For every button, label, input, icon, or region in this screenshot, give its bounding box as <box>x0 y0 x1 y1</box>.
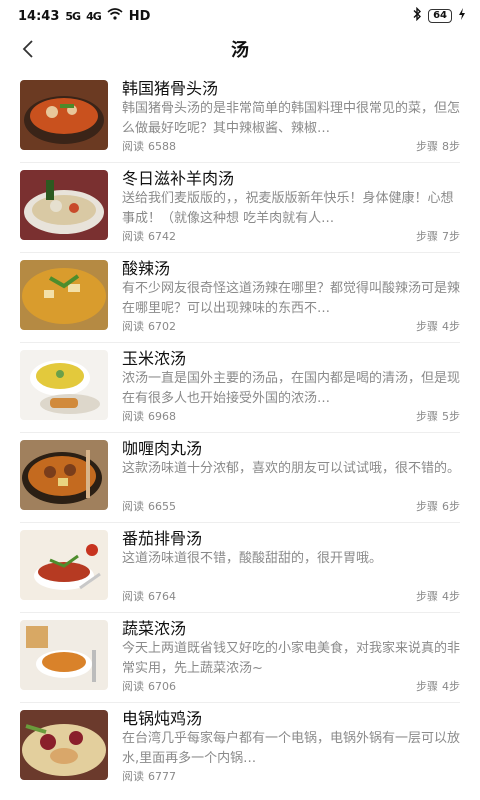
recipe-item[interactable]: 电锅炖鸡汤在台湾几乎每家每户都有一个电锅，电锅外锅有一层可以放水,里面再多一个内… <box>0 702 480 792</box>
corn-soup-icon <box>20 350 108 420</box>
recipe-item[interactable]: 番茄排骨汤这道汤味道很不错，酸酸甜甜的，很开胃哦。 阅读 6764 步骤 4步 <box>0 522 480 612</box>
recipe-title: 韩国猪骨头汤 <box>122 79 219 98</box>
read-label: 阅读 <box>122 410 144 423</box>
recipe-title: 咖喱肉丸汤 <box>122 439 203 458</box>
steps-label: 步骤 <box>416 410 438 423</box>
recipe-thumbnail <box>20 170 108 240</box>
recipe-thumbnail <box>20 620 108 690</box>
steps-count: 4步 <box>442 680 460 693</box>
wifi-icon <box>107 8 123 24</box>
recipe-item[interactable]: 蔬菜浓汤今天上两道既省钱又好吃的小家电美食，对我家来说真的非常实用，先上蔬菜浓汤… <box>0 612 480 702</box>
steps-count: 5步 <box>442 410 460 423</box>
recipe-thumbnail <box>20 350 108 420</box>
recipe-title: 酸辣汤 <box>122 259 171 278</box>
recipe-thumbnail <box>20 80 108 150</box>
chicken-soup-icon <box>20 710 108 780</box>
steps-label: 步骤 <box>416 230 438 243</box>
recipe-thumbnail <box>20 440 108 510</box>
back-button[interactable] <box>16 36 40 62</box>
recipe-title: 冬日滋补羊肉汤 <box>122 169 235 188</box>
steps-label: 步骤 <box>416 500 438 513</box>
recipe-item[interactable]: 酸辣汤有不少网友很奇怪这道汤辣在哪里？都觉得叫酸辣汤可是辣在哪里呢？可以出现辣味… <box>0 252 480 342</box>
recipe-description: 有不少网友很奇怪这道汤辣在哪里？都觉得叫酸辣汤可是辣在哪里呢？可以出现辣味的东西… <box>122 281 460 316</box>
recipe-list: 韩国猪骨头汤韩国猪骨头汤的是非常简单的韩国料理中很常见的菜，但怎么做最好吃呢？其… <box>0 72 480 792</box>
recipe-meta: 阅读 6702 步骤 4步 <box>122 320 460 334</box>
steps-label: 步骤 <box>416 680 438 693</box>
chevron-left-icon <box>22 40 33 58</box>
read-count: 6655 <box>148 500 176 513</box>
steps-count: 7步 <box>442 230 460 243</box>
vegetable-soup-icon <box>20 620 108 690</box>
steps-label: 步骤 <box>416 140 438 153</box>
status-bar: 14:43 5G 4G HD 64 <box>0 0 480 32</box>
read-count: 6702 <box>148 320 176 333</box>
charging-icon <box>458 8 466 24</box>
read-label: 阅读 <box>122 230 144 243</box>
signal-icon: 5G <box>65 9 81 23</box>
steps-count: 8步 <box>442 140 460 153</box>
recipe-meta: 阅读 6588 步骤 8步 <box>122 140 460 154</box>
recipe-thumbnail <box>20 530 108 600</box>
recipe-thumbnail <box>20 710 108 780</box>
hd-label: HD <box>128 8 151 24</box>
steps-count: 4步 <box>442 590 460 603</box>
steps-label: 步骤 <box>416 320 438 333</box>
read-count: 6968 <box>148 410 176 423</box>
recipe-title: 蔬菜浓汤 <box>122 619 187 638</box>
recipe-item[interactable]: 冬日滋补羊肉汤送给我们麦版版的，，祝麦版版新年快乐！身体健康！心想事成！（就像这… <box>0 162 480 252</box>
steps-count: 4步 <box>442 320 460 333</box>
recipe-meta: 阅读 6777 <box>122 770 460 784</box>
page-title: 汤 <box>231 40 249 61</box>
recipe-title: 电锅炖鸡汤 <box>122 709 203 728</box>
soup-bowl-icon <box>20 80 108 150</box>
recipe-meta: 阅读 6706 步骤 4步 <box>122 680 460 694</box>
recipe-meta: 阅读 6742 步骤 7步 <box>122 230 460 244</box>
recipe-meta: 阅读 6968 步骤 5步 <box>122 410 460 424</box>
signal-icon: 4G <box>86 9 102 23</box>
steps-label: 步骤 <box>416 590 438 603</box>
read-label: 阅读 <box>122 140 144 153</box>
battery-icon: 64 <box>428 9 452 23</box>
read-label: 阅读 <box>122 320 144 333</box>
recipe-description: 送给我们麦版版的，，祝麦版版新年快乐！身体健康！心想事成！（就像这种想 吃羊肉就… <box>122 191 454 226</box>
recipe-title: 玉米浓汤 <box>122 349 187 368</box>
recipe-description: 这款汤味道十分浓郁，喜欢的朋友可以试试哦，很不错的。 <box>122 461 460 476</box>
recipe-thumbnail <box>20 260 108 330</box>
recipe-meta: 阅读 6655 步骤 6步 <box>122 500 460 514</box>
read-count: 6706 <box>148 680 176 693</box>
recipe-description: 浓汤一直是国外主要的汤品，在国内都是喝的清汤，但是现在有很多人也开始接受外国的浓… <box>122 371 460 406</box>
status-time: 14:43 <box>18 8 60 24</box>
steps-count: 6步 <box>442 500 460 513</box>
recipe-item[interactable]: 韩国猪骨头汤韩国猪骨头汤的是非常简单的韩国料理中很常见的菜，但怎么做最好吃呢？其… <box>0 72 480 162</box>
read-count: 6588 <box>148 140 176 153</box>
recipe-meta: 阅读 6764 步骤 4步 <box>122 590 460 604</box>
read-count: 6777 <box>148 770 176 783</box>
hot-sour-soup-icon <box>20 260 108 330</box>
curry-meatball-soup-icon <box>20 440 108 510</box>
read-count: 6764 <box>148 590 176 603</box>
recipe-title: 番茄排骨汤 <box>122 529 203 548</box>
read-label: 阅读 <box>122 500 144 513</box>
tomato-rib-soup-icon <box>20 530 108 600</box>
recipe-description: 韩国猪骨头汤的是非常简单的韩国料理中很常见的菜，但怎么做最好吃呢？其中辣椒酱、辣… <box>122 101 460 136</box>
bluetooth-icon <box>412 6 422 25</box>
read-label: 阅读 <box>122 590 144 603</box>
lamb-soup-icon <box>20 170 108 240</box>
read-label: 阅读 <box>122 770 144 783</box>
recipe-item[interactable]: 玉米浓汤浓汤一直是国外主要的汤品，在国内都是喝的清汤，但是现在有很多人也开始接受… <box>0 342 480 432</box>
read-label: 阅读 <box>122 680 144 693</box>
recipe-item[interactable]: 咖喱肉丸汤这款汤味道十分浓郁，喜欢的朋友可以试试哦，很不错的。 阅读 6655 步骤 6… <box>0 432 480 522</box>
recipe-description: 今天上两道既省钱又好吃的小家电美食，对我家来说真的非常实用，先上蔬菜浓汤~ <box>122 641 460 676</box>
recipe-description: 在台湾几乎每家每户都有一个电锅，电锅外锅有一层可以放水,里面再多一个内锅… <box>122 731 460 766</box>
nav-bar: 汤 <box>0 32 480 66</box>
recipe-description: 这道汤味道很不错，酸酸甜甜的，很开胃哦。 <box>122 551 383 566</box>
read-count: 6742 <box>148 230 176 243</box>
